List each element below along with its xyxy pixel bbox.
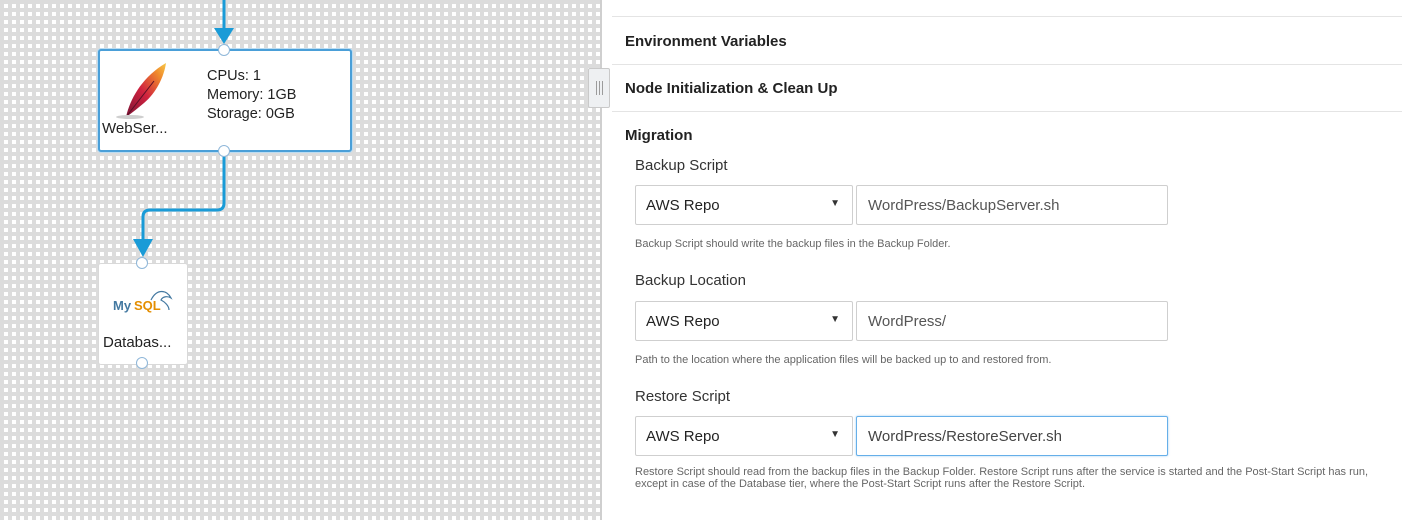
chevron-down-icon: ▼ — [830, 198, 840, 209]
divider-node-init — [612, 111, 1402, 112]
input-port[interactable] — [218, 44, 230, 56]
backup-location-repo-value: AWS Repo — [646, 313, 720, 330]
db-arrowhead — [133, 239, 153, 257]
webserver-to-db-wire — [141, 152, 226, 240]
webserver-node[interactable]: CPUs: 1 Memory: 1GB Storage: 0GB WebSer.… — [98, 44, 352, 157]
backup-script-repo-select[interactable]: AWS Repo ▼ — [635, 185, 853, 225]
section-migration[interactable]: Migration — [625, 127, 693, 144]
db-output-port[interactable] — [136, 357, 148, 369]
node-specs: CPUs: 1 Memory: 1GB Storage: 0GB — [207, 67, 296, 124]
memory-spec: Memory: 1GB — [207, 87, 297, 103]
backup-location-label: Backup Location — [635, 272, 746, 289]
section-environment-variables[interactable]: Environment Variables — [625, 33, 787, 50]
mysql-logo-sql: SQL — [134, 298, 161, 313]
db-input-port[interactable] — [136, 257, 148, 269]
incoming-arrowhead — [214, 28, 234, 44]
feather-icon — [116, 63, 166, 119]
divider-top — [612, 16, 1402, 17]
output-port[interactable] — [218, 145, 230, 157]
restore-script-help: Restore Script should read from the back… — [635, 466, 1369, 490]
chevron-down-icon: ▼ — [830, 314, 840, 325]
properties-panel: Environment Variables Node Initializatio… — [602, 0, 1406, 520]
backup-script-label: Backup Script — [635, 157, 728, 174]
database-node[interactable]: My SQL Databas... — [98, 257, 188, 369]
backup-location-path-input[interactable] — [856, 301, 1168, 341]
mysql-logo-my: My — [113, 298, 132, 313]
topology-canvas[interactable]: CPUs: 1 Memory: 1GB Storage: 0GB WebSer.… — [0, 0, 600, 520]
mysql-icon: My SQL — [113, 290, 173, 313]
section-node-initialization[interactable]: Node Initialization & Clean Up — [625, 80, 838, 97]
restore-script-repo-select[interactable]: AWS Repo ▼ — [635, 416, 853, 456]
restore-script-path-input[interactable] — [856, 416, 1168, 456]
storage-spec: Storage: 0GB — [207, 106, 295, 122]
chevron-down-icon: ▼ — [830, 429, 840, 440]
cpu-spec: CPUs: 1 — [207, 68, 261, 84]
divider-env — [612, 64, 1402, 65]
webserver-node-name: WebSer... — [102, 120, 168, 137]
database-node-name: Databas... — [103, 334, 172, 351]
backup-location-repo-select[interactable]: AWS Repo ▼ — [635, 301, 853, 341]
restore-script-repo-value: AWS Repo — [646, 428, 720, 445]
backup-script-repo-value: AWS Repo — [646, 197, 720, 214]
backup-script-help: Backup Script should write the backup fi… — [635, 238, 951, 250]
restore-script-label: Restore Script — [635, 388, 731, 405]
backup-script-path-input[interactable] — [856, 185, 1168, 225]
backup-location-help: Path to the location where the applicati… — [635, 354, 1052, 366]
